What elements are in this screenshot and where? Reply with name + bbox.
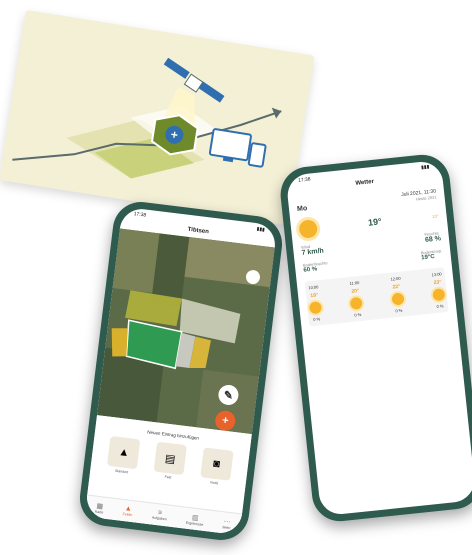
soil-value: 60 %: [303, 266, 318, 274]
forecast-item: 13:00 23° 0 %: [431, 271, 446, 310]
sun-icon: [432, 288, 446, 302]
marketing-collage: + 17:38 ▮▮▮ Tibtsen ✎ + Neuen Eintrag hi…: [0, 0, 472, 555]
field-map-graphic: [97, 228, 275, 435]
illustration-card: +: [0, 10, 315, 226]
tile-standort[interactable]: ▲ Standort: [107, 435, 141, 475]
add-entry-sheet: Neuen Eintrag hinzufügen ▲ Standort ▤ Fe…: [84, 415, 252, 536]
day-label: Mo: [296, 204, 308, 213]
satellite-illustration: +: [0, 10, 315, 226]
bottom-nav: ▦ Karte ▲ Felder ≡ Aufgaben ▥ Ergebnisse: [84, 494, 243, 536]
battery-icon: ▮▮▮: [256, 226, 266, 234]
nav-item-mehr[interactable]: ⋯ Mehr: [222, 517, 231, 530]
pin-icon: ▲: [107, 435, 141, 470]
weather-screen: 17:38 ▮▮▮ Wetter Mo Juli 2021, 11:30 Heu…: [285, 159, 472, 517]
field-icon: ▤: [153, 441, 187, 476]
status-time: 17:38: [297, 176, 311, 184]
soil-temp-value: 19°C: [421, 253, 435, 262]
tile-feld[interactable]: ▤ Feld: [153, 441, 187, 481]
forecast-item: 10:00 19° 0 %: [308, 284, 323, 322]
status-time: 17:38: [133, 211, 147, 219]
camera-icon: ◙: [199, 447, 234, 481]
forecast-item: 12:00 22° 0 %: [390, 275, 405, 314]
forecast-item: 11:00 20° 0 %: [349, 279, 364, 318]
monitor-icon: [208, 128, 252, 162]
wind-value: 7 km/h: [301, 247, 325, 257]
sun-icon: [349, 296, 364, 310]
nav-item-aufgaben[interactable]: ≡ Aufgaben: [152, 509, 168, 521]
weather-phone: 17:38 ▮▮▮ Wetter Mo Juli 2021, 11:30 Heu…: [277, 152, 472, 524]
current-temp: 19°: [367, 216, 383, 228]
date-sub: Heute 2021: [415, 194, 437, 202]
fields-screen: 17:38 ▮▮▮ Tibtsen ✎ + Neuen Eintrag hinz…: [84, 206, 278, 536]
weather-body: Mo Juli 2021, 11:30 Heute 2021 19° 23° W…: [287, 178, 457, 332]
hourly-forecast[interactable]: 10:00 19° 0 % 11:00 20° 0 % 12:00 22° 0 …: [304, 267, 449, 327]
nav-item-ergebnisse[interactable]: ▥ Ergebnisse: [186, 512, 205, 526]
humidity-value: 68 %: [424, 235, 442, 244]
sun-icon: [391, 292, 405, 306]
max-temp: 23°: [432, 212, 439, 219]
sun-icon: [308, 301, 323, 315]
nav-item-karte[interactable]: ▦ Karte: [95, 501, 105, 514]
fields-phone: 17:38 ▮▮▮ Tibtsen ✎ + Neuen Eintrag hinz…: [76, 198, 286, 544]
battery-icon: ▮▮▮: [420, 164, 430, 171]
tile-notiz[interactable]: ◙ Notiz: [199, 447, 234, 486]
nav-item-felder[interactable]: ▲ Felder: [122, 505, 133, 517]
phone-icon: [247, 142, 267, 168]
satellite-map[interactable]: ✎ +: [97, 228, 275, 435]
sun-icon: [298, 219, 319, 239]
